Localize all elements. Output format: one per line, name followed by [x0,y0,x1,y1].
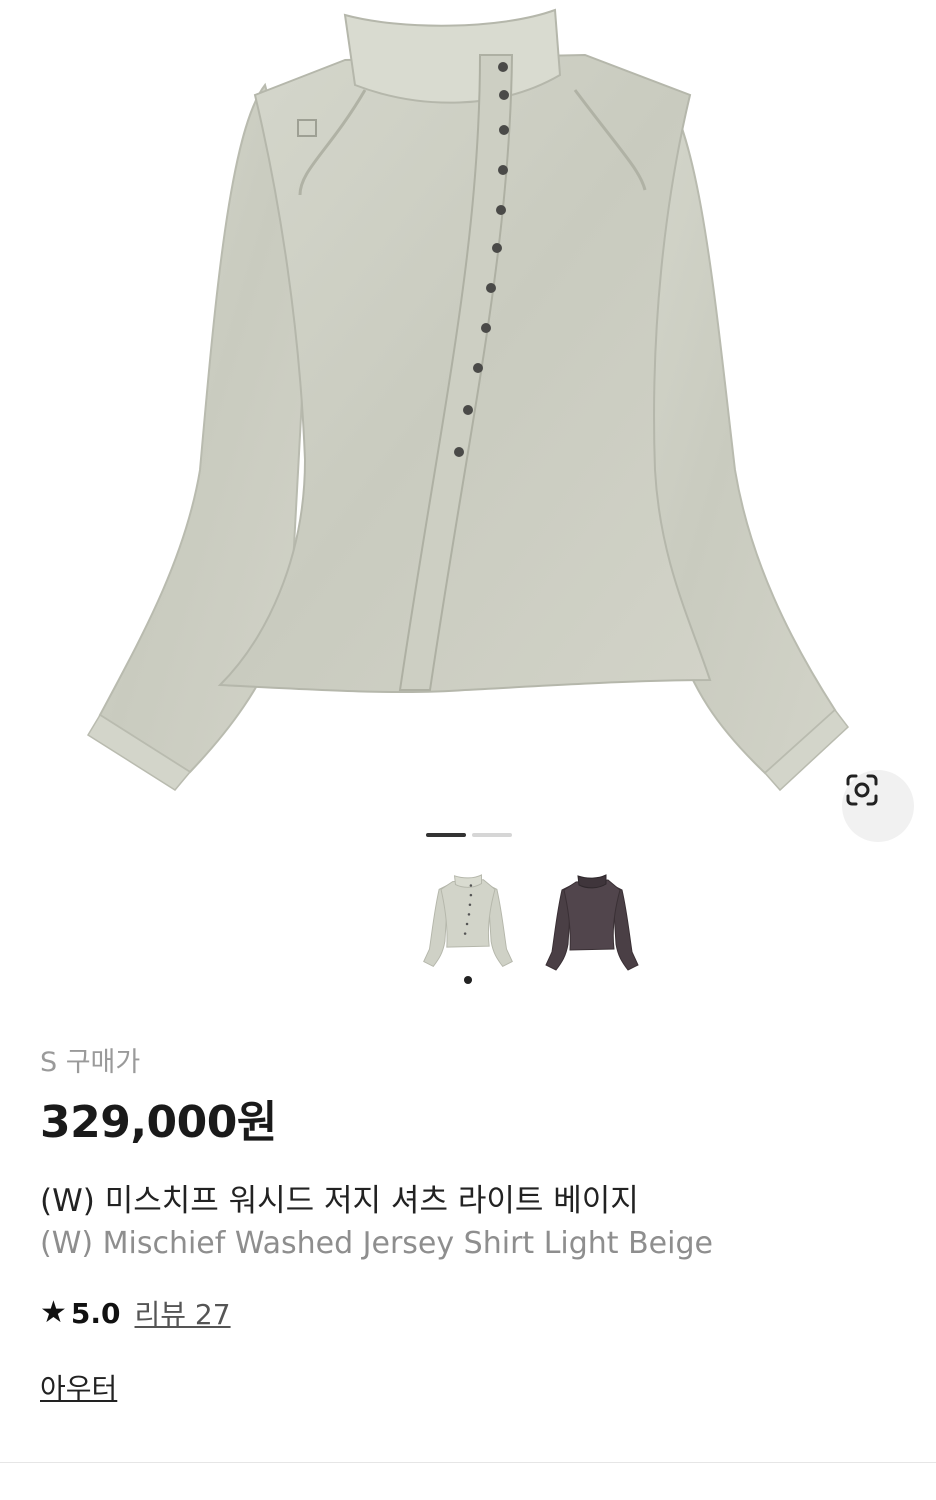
product-hero-image[interactable] [0,0,936,842]
dark-shirt-thumbnail-image [545,874,639,971]
rating-row: ★ 5.0 리뷰 27 [40,1293,231,1333]
reviews-link[interactable]: 리뷰 27 [135,1293,231,1333]
thumbnail-dark[interactable] [542,872,642,984]
indicator-active [426,833,466,837]
light-shirt-thumbnail-image [423,874,513,967]
section-divider [0,1462,936,1463]
slide-indicator [426,833,512,837]
variant-thumbnails [418,872,642,984]
shirt-illustration [86,8,850,792]
camera-lens-search-icon [846,774,878,806]
rating-score: 5.0 [70,1296,121,1330]
indicator-inactive [472,833,512,837]
product-name-korean: (W) 미스치프 워시드 저지 셔츠 라이트 베이지 [40,1183,639,1219]
category-link[interactable]: 아우터 [40,1367,117,1407]
product-price: 329,000원 [40,1097,277,1148]
product-name-english: (W) Mischief Washed Jersey Shirt Light B… [40,1226,713,1261]
image-search-button[interactable] [842,770,914,842]
thumbnail-light-beige[interactable] [418,872,518,984]
size-price-label: S 구매가 [40,1047,141,1078]
selected-variant-dot [464,976,472,984]
star-icon: ★ [40,1295,67,1330]
